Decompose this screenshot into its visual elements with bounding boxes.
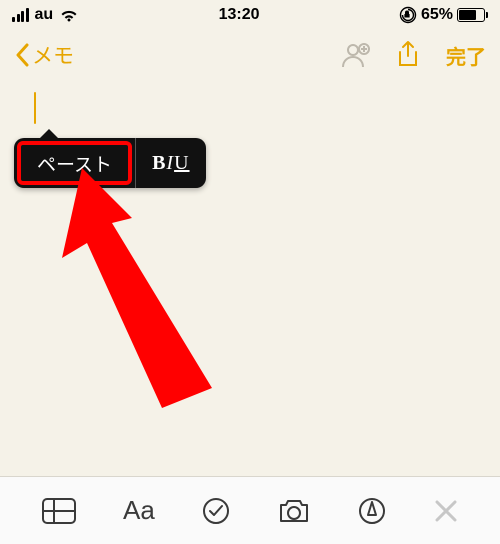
edit-menu: ペースト B I U <box>14 138 206 188</box>
checklist-icon[interactable] <box>201 496 231 526</box>
signal-icon <box>12 8 29 22</box>
chevron-left-icon <box>14 43 30 67</box>
share-icon[interactable] <box>396 40 420 70</box>
status-left: au <box>12 6 79 24</box>
text-cursor <box>34 92 36 124</box>
keyboard-toolbar: Aa <box>0 476 500 544</box>
markup-icon[interactable] <box>357 496 387 526</box>
battery-percent: 65% <box>421 6 453 24</box>
carrier-label: au <box>35 6 54 24</box>
done-button[interactable]: 完了 <box>446 41 486 70</box>
nav-bar: メモ 完了 <box>0 30 500 80</box>
paste-button[interactable]: ペースト <box>17 141 132 185</box>
text-format-button[interactable]: Aa <box>123 495 155 526</box>
add-person-icon[interactable] <box>340 41 370 69</box>
close-icon[interactable] <box>433 498 459 524</box>
camera-icon[interactable] <box>277 497 311 525</box>
table-icon[interactable] <box>41 497 77 525</box>
format-biu-button[interactable]: B I U <box>136 138 205 188</box>
status-time: 13:20 <box>79 6 399 24</box>
wifi-icon <box>59 8 79 22</box>
back-label: メモ <box>32 40 74 70</box>
back-button[interactable]: メモ <box>14 40 74 70</box>
status-right: 65% <box>399 6 488 24</box>
bold-label: B <box>152 152 166 175</box>
orientation-lock-icon <box>399 6 417 24</box>
status-bar: au 13:20 65% <box>0 0 500 30</box>
battery-icon <box>457 8 488 22</box>
underline-label: U <box>174 152 189 175</box>
italic-label: I <box>166 152 174 175</box>
